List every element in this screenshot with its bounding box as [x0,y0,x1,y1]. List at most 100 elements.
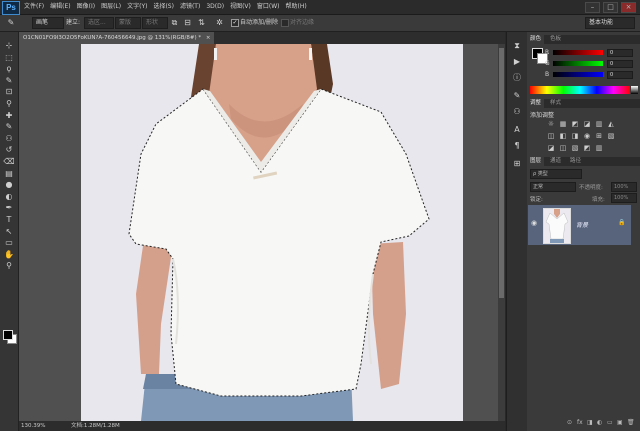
blue-slider[interactable] [553,72,603,77]
eraser-icon[interactable]: ⌫ [2,156,16,167]
path-align-icon[interactable]: ⊟ [183,18,192,27]
mode-select[interactable]: 画笔 [32,17,64,29]
blend-mode-select[interactable]: 正常 [530,182,576,192]
menu-item-8[interactable]: 视图(V) [230,0,251,14]
adjustment-row2-0-icon[interactable]: ◫ [547,132,555,140]
zoom-level[interactable]: 130.39% [21,421,45,431]
workspace-select[interactable]: 基本功能 [585,17,635,29]
green-slider[interactable] [553,61,603,66]
visibility-eye-icon[interactable]: ◉ [531,219,537,227]
tab-styles[interactable]: 样式 [547,99,564,108]
shape-tool-icon[interactable]: ▭ [2,237,16,248]
tab-adjustments[interactable]: 调整 [527,99,545,108]
menu-item-7[interactable]: 3D(D) [206,0,224,14]
layers-footer-icon-1[interactable]: fx [577,419,583,426]
history-icon[interactable]: ⧗ [511,40,523,52]
adjustment-row1-3-icon[interactable]: ◪ [583,120,591,128]
minimize-button[interactable]: – [585,2,600,13]
make-selection-button[interactable]: 选区... [84,17,114,29]
brush-panel-icon[interactable]: ✎ [511,90,523,102]
menu-item-5[interactable]: 选择(S) [153,0,174,14]
menu-item-2[interactable]: 图像(I) [77,0,95,14]
tab-channels[interactable]: 通道 [547,157,564,166]
layers-footer-icon-2[interactable]: ◨ [587,419,593,426]
document-canvas[interactable] [81,44,463,421]
adjustment-row2-5-icon[interactable]: ▧ [607,132,615,140]
vertical-scrollbar[interactable] [498,44,505,421]
menu-item-10[interactable]: 帮助(H) [286,0,307,14]
character-icon[interactable]: A [511,124,523,136]
auto-add-delete-checkbox[interactable]: ✓ [231,19,239,27]
adjustment-row3-4-icon[interactable]: ▥ [595,144,603,152]
marquee-tool-icon[interactable]: ⬚ [2,52,16,63]
adjustment-row1-4-icon[interactable]: ▥ [595,120,603,128]
tool-foreground-color[interactable] [3,330,13,340]
adjustment-row3-1-icon[interactable]: ◫ [559,144,567,152]
layers-footer-icon-3[interactable]: ◐ [597,419,602,426]
crop-tool-icon[interactable]: ⊡ [2,86,16,97]
gear-icon[interactable]: ✲ [215,18,224,27]
opacity-field[interactable]: 100% [611,182,637,192]
lasso-tool-icon[interactable]: ϙ [2,63,16,74]
align-edges-checkbox[interactable] [281,19,289,27]
info-icon[interactable]: ⓘ [511,72,523,84]
menu-item-4[interactable]: 文字(Y) [127,0,147,14]
maximize-button[interactable]: □ [603,2,618,13]
close-button[interactable]: × [621,2,636,13]
tool-preset-icon[interactable]: ✎ [4,18,18,27]
doc-size[interactable]: 文档:1.28M/1.28M [71,421,120,431]
blur-icon[interactable]: ● [2,179,16,190]
type-tool-icon[interactable]: T [2,214,16,225]
menu-item-0[interactable]: 文件(F) [24,0,44,14]
adjustment-row2-4-icon[interactable]: ⊞ [595,132,603,140]
tab-swatches[interactable]: 色板 [547,35,564,44]
layers-footer-icon-5[interactable]: ▣ [617,419,623,426]
menu-item-1[interactable]: 编辑(E) [50,0,70,14]
pen-tool-icon[interactable]: ✒ [2,202,16,213]
menu-item-3[interactable]: 图层(L) [101,0,121,14]
clone-stamp-icon[interactable]: ⚇ [2,133,16,144]
paragraph-icon[interactable]: ¶ [511,140,523,152]
layers-footer-icon-4[interactable]: ▭ [607,419,613,426]
adjustment-row2-3-icon[interactable]: ◉ [583,132,591,140]
tool-presets-icon[interactable]: ⊞ [511,158,523,170]
path-ops-icon[interactable]: ⧉ [170,18,179,27]
red-value[interactable]: 0 [607,49,633,57]
make-shape-button[interactable]: 形状 [142,17,168,29]
adjustment-row3-3-icon[interactable]: ◩ [583,144,591,152]
healing-brush-icon[interactable]: ✚ [2,110,16,121]
make-mask-button[interactable]: 蒙版 [115,17,141,29]
adjustment-row2-1-icon[interactable]: ◧ [559,132,567,140]
color-ramp[interactable] [530,86,630,94]
path-arrange-icon[interactable]: ⇅ [197,18,206,27]
adjustment-row1-1-icon[interactable]: ▦ [559,120,567,128]
tab-close-icon[interactable]: × [206,35,211,41]
grayscale-ramp[interactable] [631,86,638,94]
menu-item-6[interactable]: 滤镜(T) [180,0,200,14]
layer-name[interactable]: 背景 [576,220,588,229]
red-slider[interactable] [553,50,603,55]
gradient-icon[interactable]: ▤ [2,168,16,179]
adjustment-row1-2-icon[interactable]: ◩ [571,120,579,128]
eyedropper-icon[interactable]: ⚲ [2,98,16,109]
adjustment-row1-0-icon[interactable]: ☼ [547,120,555,128]
quick-select-icon[interactable]: ✎ [2,75,16,86]
layers-footer-icon-0[interactable]: ⊙ [567,419,572,426]
blue-value[interactable]: 0 [607,71,633,79]
clone-source-icon[interactable]: ⚇ [511,106,523,118]
layer-row-background[interactable]: ◉ 背景 🔒 [528,205,631,245]
path-select-icon[interactable]: ↖ [2,226,16,237]
document-tab[interactable]: O1CN01FO9I3O2O5FoKUN?A-760456649.jpg @ 1… [19,32,215,44]
layers-footer-icon-6[interactable]: 🗑 [627,419,635,426]
move-tool-icon[interactable]: ⊹ [2,40,16,51]
menu-item-9[interactable]: 窗口(W) [257,0,280,14]
fill-field[interactable]: 100% [611,193,637,203]
dodge-icon[interactable]: ◐ [2,191,16,202]
brush-tool-icon[interactable]: ✎ [2,121,16,132]
tab-paths[interactable]: 路径 [567,157,584,166]
tab-color[interactable]: 颜色 [527,35,545,44]
green-value[interactable]: 0 [607,60,633,68]
scroll-thumb[interactable] [499,48,504,298]
actions-icon[interactable]: ▶ [511,56,523,68]
history-brush-icon[interactable]: ↺ [2,144,16,155]
